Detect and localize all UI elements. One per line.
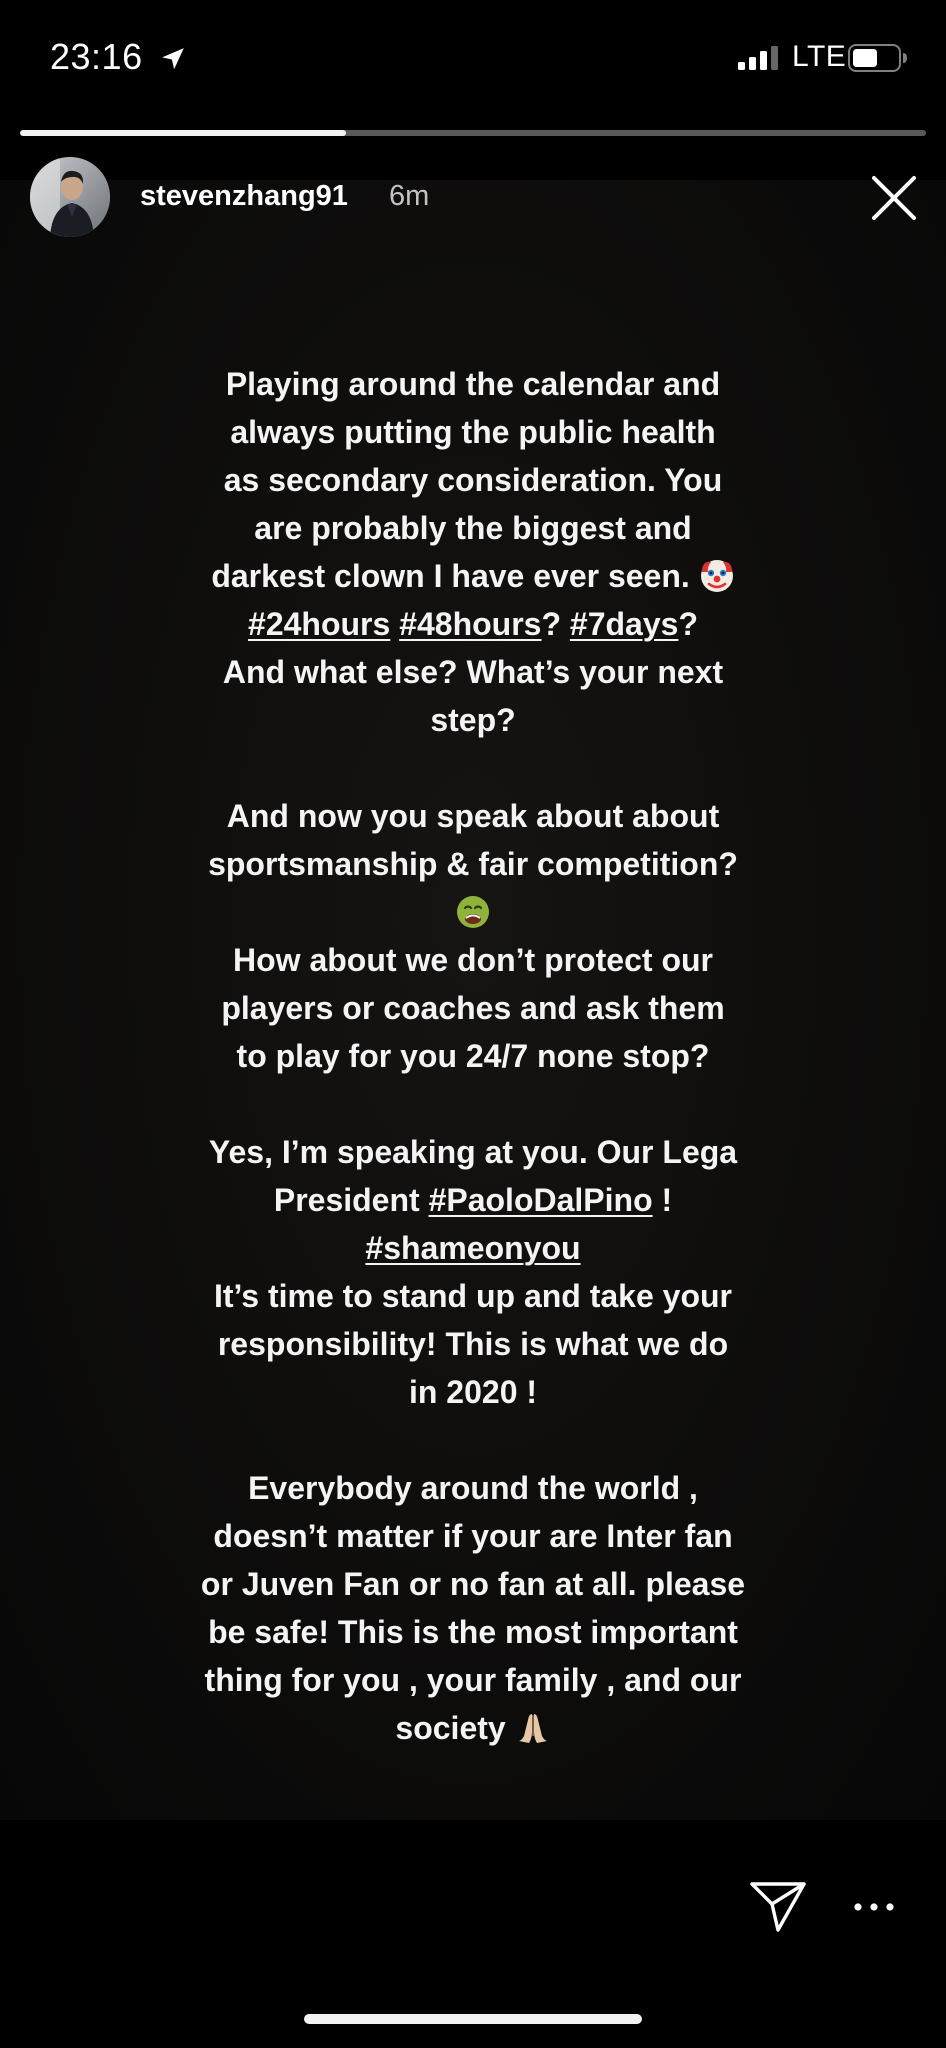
story-line: President	[273, 1182, 420, 1218]
network-type: LTE	[792, 40, 847, 73]
avatar[interactable]	[30, 157, 110, 237]
story-line: How about we don’t protect our	[233, 942, 713, 978]
story-line: It’s time to stand up and take your	[214, 1278, 732, 1314]
story-line: sportsmanship & fair competition?	[208, 846, 738, 882]
story-punctuation: ?	[678, 606, 698, 642]
story-line: to play for you 24/7 none stop?	[236, 1038, 710, 1074]
clown-face-emoji	[700, 559, 733, 592]
avatar-image	[30, 157, 110, 237]
story-line: as secondary consideration. You	[223, 462, 723, 498]
story-line: thing for you , your family , and our	[204, 1662, 742, 1698]
signal-icon	[738, 46, 778, 70]
story-line: darkest clown I have ever seen.	[211, 558, 690, 594]
story-line: society	[395, 1710, 506, 1746]
hashtag-7days[interactable]: #7days	[570, 606, 679, 642]
story-screen: 23:16 LTE stevenzhang91 6m Playing aroun…	[0, 0, 946, 2048]
story-line: in 2020 !	[408, 1374, 538, 1410]
status-time: 23:16	[50, 36, 143, 77]
story-line: players or coaches and ask them	[221, 990, 725, 1026]
hashtag-48hours[interactable]: #48hours	[399, 606, 541, 642]
status-bar: 23:16 LTE	[0, 0, 946, 120]
story-paragraph-2: And now you speak about about sportsmans…	[150, 792, 796, 1080]
story-paragraph-3: Yes, I’m speaking at you. Our Lega Presi…	[150, 1128, 796, 1416]
hashtag-24hours[interactable]: #24hours	[248, 606, 390, 642]
praying-hands-emoji	[518, 1713, 547, 1743]
nauseated-face-emoji	[457, 895, 489, 928]
story-progress-bar	[20, 130, 926, 136]
story-line: Yes, I’m speaking at you. Our Lega	[208, 1134, 738, 1170]
hashtag-shameonyou[interactable]: #shameonyou	[365, 1230, 580, 1266]
story-line: Playing around the calendar and	[225, 366, 721, 402]
home-indicator[interactable]	[304, 2014, 642, 2024]
story-progress-fill	[20, 130, 347, 136]
story-line: And now you speak about about	[226, 798, 720, 834]
username[interactable]: stevenzhang91	[140, 180, 348, 213]
close-icon[interactable]	[866, 170, 922, 226]
location-arrow-icon	[162, 48, 184, 70]
send-icon[interactable]	[748, 1878, 808, 1934]
story-line: be safe! This is the most important	[208, 1614, 738, 1650]
hashtag-paolodalpino[interactable]: #PaoloDalPino	[429, 1182, 653, 1218]
story-line: Everybody around the world ,	[248, 1470, 698, 1506]
story-paragraph-1: Playing around the calendar and always p…	[150, 360, 796, 744]
story-line: are probably the biggest and	[254, 510, 692, 546]
post-time: 6m	[389, 180, 430, 212]
story-line: always putting the public health	[230, 414, 716, 450]
story-punctuation: !	[661, 1182, 673, 1218]
battery-icon	[848, 44, 907, 72]
story-line: step?	[430, 702, 516, 738]
more-icon[interactable]	[852, 1892, 896, 1922]
story-paragraph-4: Everybody around the world , doesn’t mat…	[150, 1464, 796, 1752]
story-line: And what else? What’s your next	[222, 654, 724, 690]
story-text: Playing around the calendar and always p…	[150, 360, 796, 1752]
story-line: doesn’t matter if your are Inter fan	[213, 1518, 733, 1554]
story-punctuation: ?	[541, 606, 562, 642]
story-line: responsibility! This is what we do	[217, 1326, 729, 1362]
story-line: or Juven Fan or no fan at all. please	[200, 1566, 746, 1602]
